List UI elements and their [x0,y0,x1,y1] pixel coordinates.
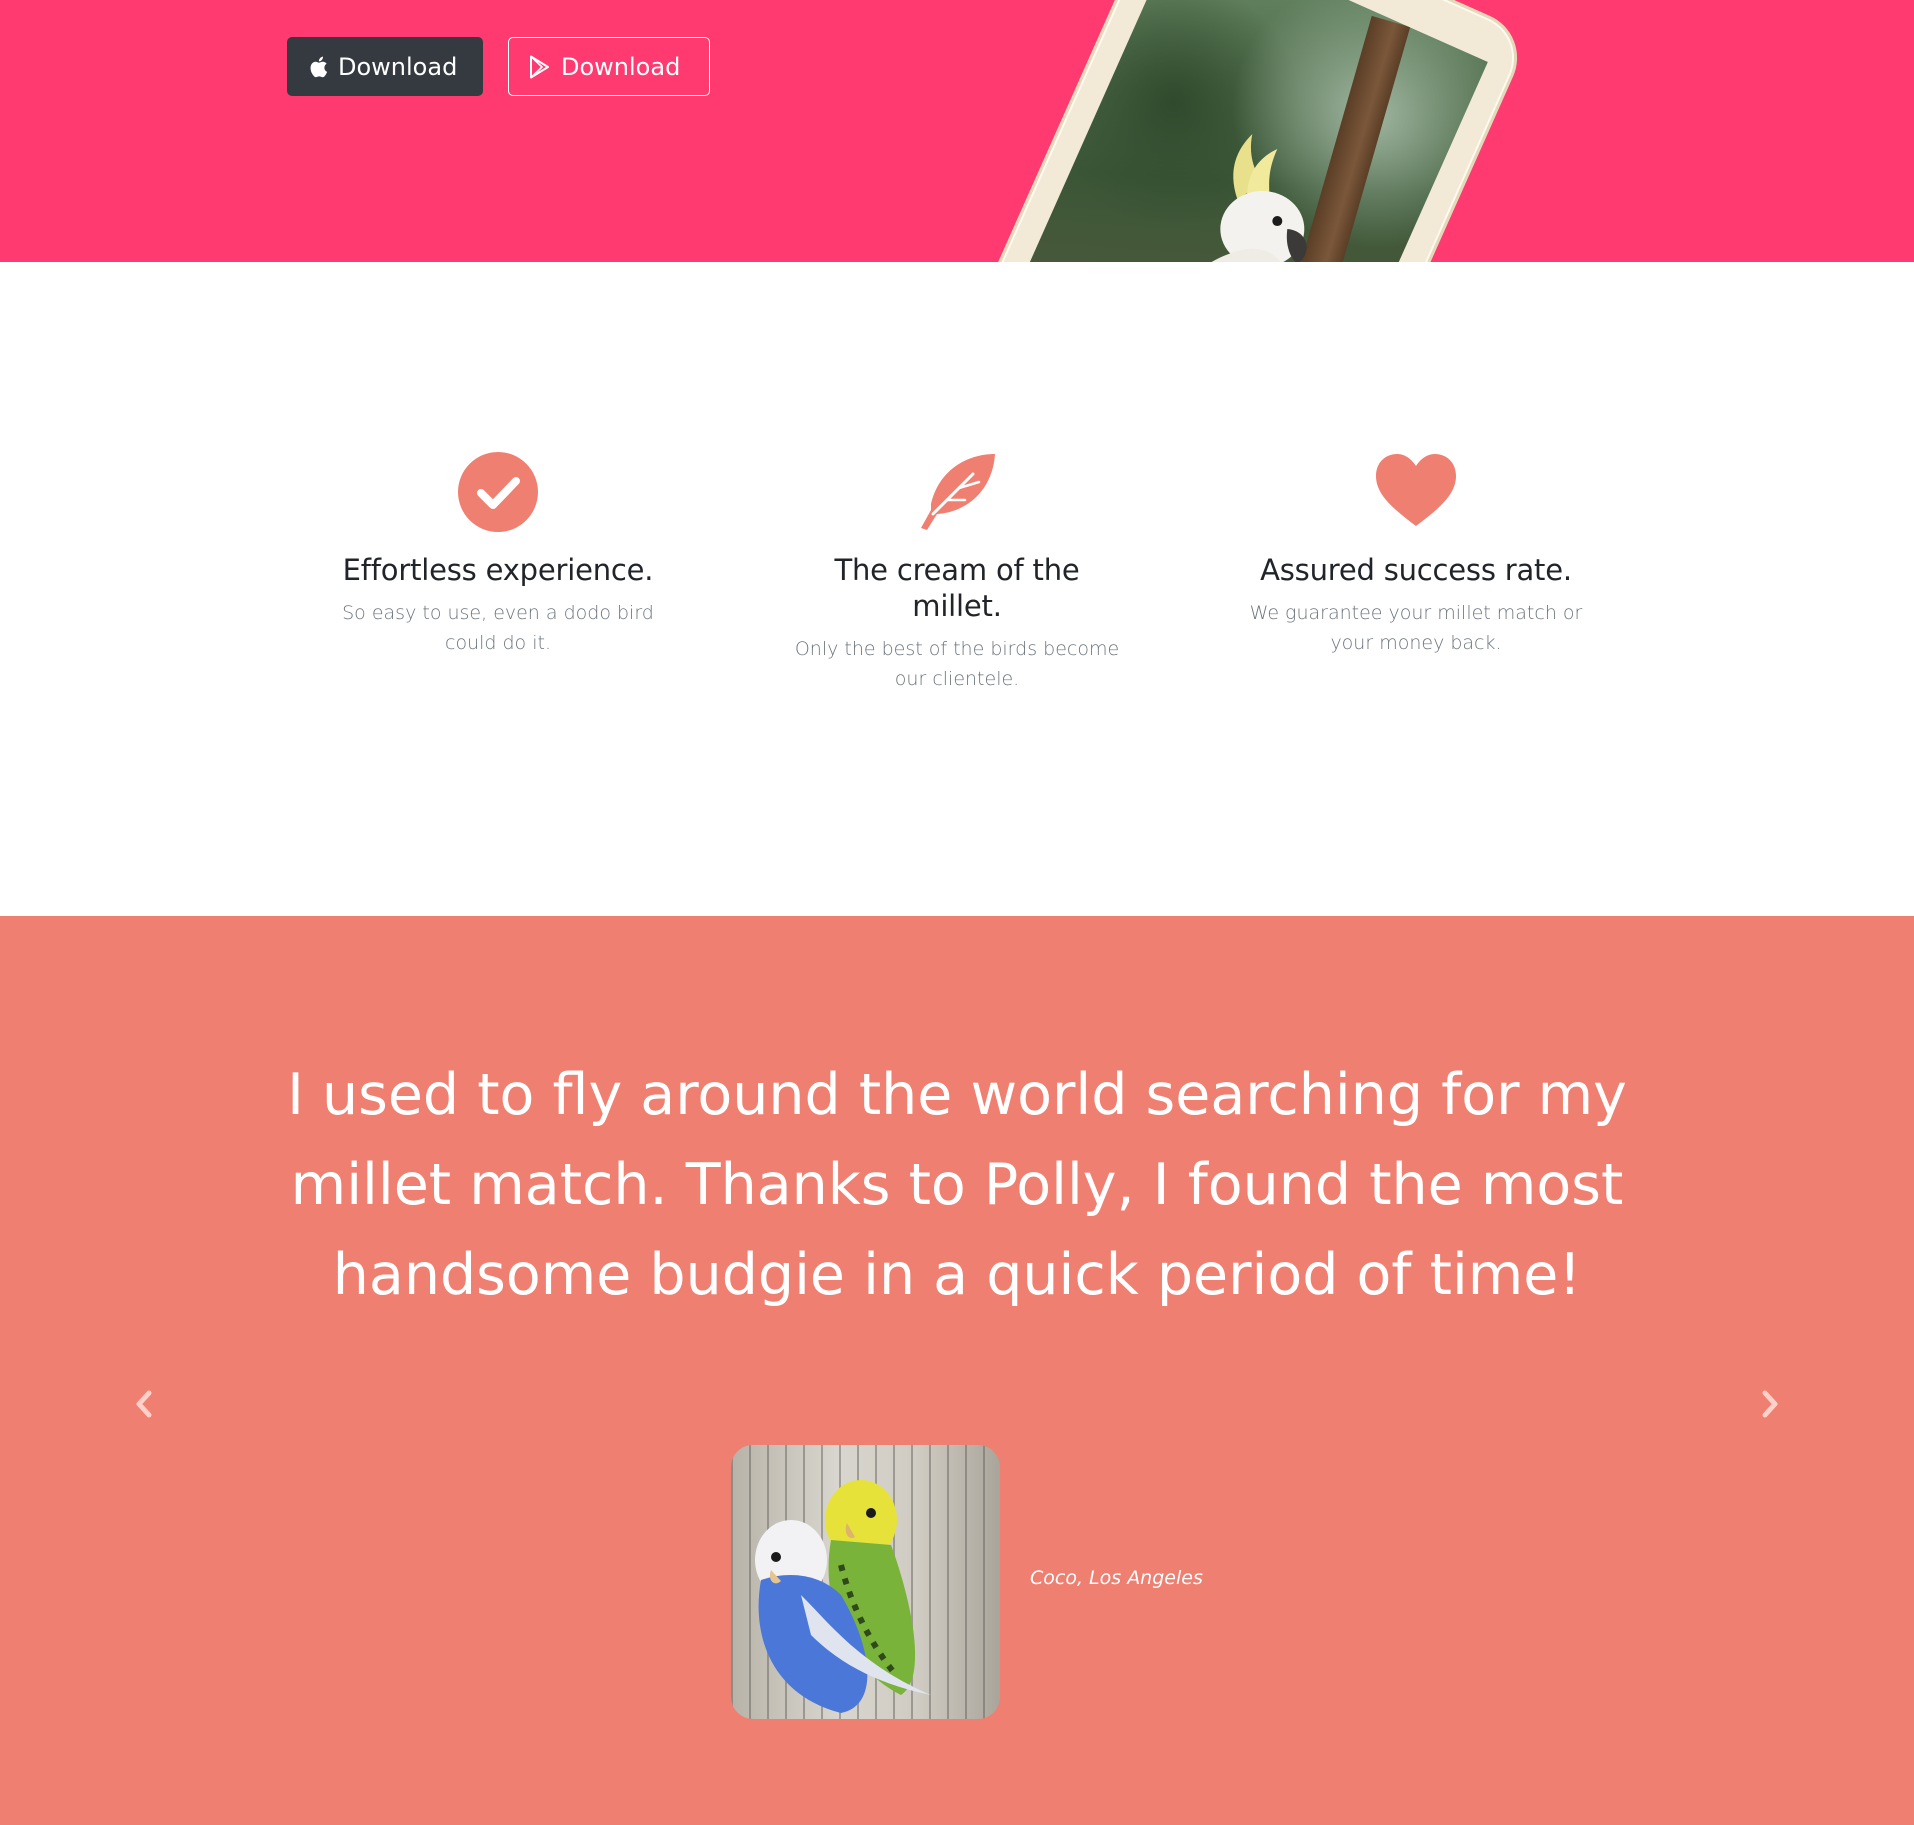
apple-download-button[interactable]: Download [287,37,483,96]
carousel-next-button[interactable] [1750,1384,1790,1424]
chevron-left-icon [136,1390,152,1418]
testimonial-avatar-budgies [731,1445,1000,1719]
play-store-icon [529,55,551,79]
feature-effortless: Effortless experience. So easy to use, e… [328,452,668,658]
play-store-download-label: Download [561,52,681,81]
feature-title: Effortless experience. [342,553,654,587]
feature-assured-success: Assured success rate. We guarantee your … [1246,452,1586,658]
apple-icon [308,55,328,79]
phone-mockup [943,0,1532,262]
testimonial-author: Coco, Los Angeles [1030,1567,1203,1589]
feature-cream-of-millet: The cream of the millet. Only the best o… [787,452,1127,694]
apple-download-label: Download [338,52,458,81]
feature-title: The cream of the millet. [834,553,1080,623]
heart-icon [1376,454,1456,526]
feature-title: Assured success rate. [1260,553,1572,587]
features-section: Effortless experience. So easy to use, e… [0,262,1914,916]
phone-screen-cockatoo-photo [987,0,1488,262]
feature-description: Only the best of the birds become our cl… [794,638,1120,690]
testimonial-quote: I used to fly around the world searching… [287,1062,1627,1308]
cockatoo-image [1147,134,1307,262]
feature-description: So easy to use, even a dodo bird could d… [342,602,654,654]
feather-icon [921,454,995,530]
testimonial-section: I used to fly around the world searching… [0,916,1914,1825]
hero-section: Download Download [0,0,1914,262]
chevron-right-icon [1762,1390,1778,1418]
carousel-prev-button[interactable] [124,1384,164,1424]
check-circle-icon [458,452,538,532]
feature-description: We guarantee your millet match or your m… [1249,602,1583,654]
play-store-download-button[interactable]: Download [508,37,710,96]
